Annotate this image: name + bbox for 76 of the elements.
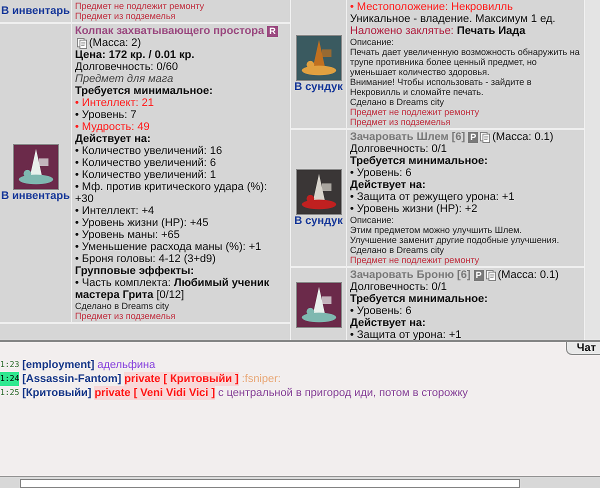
set-text: • Часть комплекта: Любимый ученик мастера Грита [0/12]	[75, 277, 270, 301]
stat-text: • Количество увеличений: 6	[75, 157, 218, 169]
section-heading: Требуется минимальное:	[350, 293, 489, 305]
item-class: Предмет для мага	[75, 73, 174, 85]
note-text: Сделано в Dreams city	[350, 245, 445, 255]
note-text: Предмет не подлежит ремонту	[350, 107, 480, 117]
message-author[interactable]: [Assassin-Fantom]	[22, 372, 122, 386]
stat-text: • Мф. против критического удара (%): +30	[75, 181, 268, 205]
message-time: 1:23	[0, 359, 20, 371]
note-text: Описание:	[350, 37, 395, 47]
move-link[interactable]: В сундук	[294, 215, 343, 227]
stat-text: • Интеллект: +4	[75, 205, 156, 217]
note-text: Улучшение заменит другие подобные улучшения.	[350, 235, 560, 245]
rarity-badge: P	[468, 132, 478, 143]
section-heading: Действует на:	[75, 133, 152, 145]
stat-text: • Количество увеличений: 1	[75, 169, 218, 181]
document-icon	[486, 270, 496, 281]
section-heading: Групповые эффекты:	[75, 265, 196, 277]
note-text: Предмет не подлежит ремонту	[350, 255, 480, 265]
note-text: Сделано в Dreams city	[350, 97, 445, 107]
requirement-text: • Интеллект: 21	[75, 97, 155, 109]
message-text: адельфина	[97, 358, 156, 372]
document-icon	[77, 38, 87, 49]
requirement-text: • Уровень: 7	[75, 109, 138, 121]
message-time: 1:24	[0, 372, 20, 386]
item-title: Колпак захватывающего простора	[75, 25, 264, 37]
stat-text: • Уровень жизни (HP): +45	[75, 217, 210, 229]
stat-text: • Броня головы: 4-12 (3+d9)	[75, 253, 217, 265]
requirement-text: • Уровень: 6	[350, 305, 413, 317]
move-link[interactable]: В инвентарь	[1, 190, 70, 202]
message-author[interactable]: [Критовыйи]	[22, 386, 92, 400]
item-mass: (Масса: 2)	[89, 37, 142, 49]
note-text: Печать дает увеличенную возможность обнаружить на трупе противника более ценный предмет, но уменьшает количество здоровья.	[350, 47, 581, 77]
requirement-text: • Уровень: 6	[350, 167, 413, 179]
move-link[interactable]: В сундук	[294, 81, 343, 93]
rarity-badge: R	[267, 26, 278, 37]
stat-text: Долговечность: 0/1	[350, 143, 448, 155]
note-text: Предмет из подземелья	[75, 11, 176, 21]
message-time: 1:25	[0, 387, 20, 399]
chat-tab[interactable]: Чат	[566, 342, 600, 355]
stat-text: • Защита от режущего урона: +1	[350, 191, 516, 203]
message-input[interactable]	[20, 479, 520, 488]
spell-name: Печать Иада	[456, 25, 526, 37]
item-price: Цена: 172 кр. / 0.01 кр.	[75, 49, 196, 61]
stat-text: Долговечность: 0/60	[75, 61, 179, 73]
note-text: Предмет из подземелья	[75, 311, 176, 321]
stat-text: Долговечность: 0/1	[350, 281, 448, 293]
note-text: Предмет из подземелья	[350, 117, 452, 127]
section-heading: Требуется минимальное:	[75, 85, 214, 97]
section-heading: Действует на:	[350, 317, 427, 329]
item-title: Зачаровать Броню [6]	[350, 269, 471, 281]
stat-text: • Уровень маны: +65	[75, 229, 181, 241]
stat-text: • Защита от урона: +1	[350, 329, 462, 340]
note-text: Описание:	[350, 215, 395, 225]
message-text: с центральной в пригород иди, потом в сторожку	[218, 386, 468, 400]
requirement-text: • Мудрость: 49	[75, 121, 151, 133]
rarity-badge: P	[474, 270, 484, 281]
section-heading: Действует на:	[350, 179, 427, 191]
spell-label: Наложено заклятье:	[350, 25, 454, 37]
note-text: Внимание! Чтобы использовать - зайдите в Некровилль и сломайте печать.	[350, 77, 533, 97]
stat-text: Уникальное - владение. Максимум 1 ед.	[350, 13, 556, 25]
item-mass: (Масса: 0.1)	[492, 131, 554, 143]
location-text: • Местоположение: Некровилль	[350, 1, 514, 13]
message-text: :fsniper:	[242, 372, 281, 386]
document-icon	[480, 132, 490, 143]
move-link[interactable]: В инвентарь	[1, 5, 70, 17]
stat-text: • Уровень жизни (HP): +2	[350, 203, 478, 215]
note-text: Сделано в Dreams city	[75, 301, 170, 311]
message-author[interactable]: [employment]	[22, 358, 94, 372]
stat-text: • Уменьшение расхода маны (%): +1	[75, 241, 262, 253]
item-mass: (Масса: 0.1)	[498, 269, 559, 281]
note-text: Предмет не подлежит ремонту	[75, 1, 204, 11]
item-title: Зачаровать Шлем [6]	[350, 131, 466, 143]
stat-text: • Количество увеличений: 16	[75, 145, 224, 157]
section-heading: Требуется минимальное:	[350, 155, 489, 167]
note-text: Этим предметом можно улучшить Шлем.	[350, 225, 523, 235]
